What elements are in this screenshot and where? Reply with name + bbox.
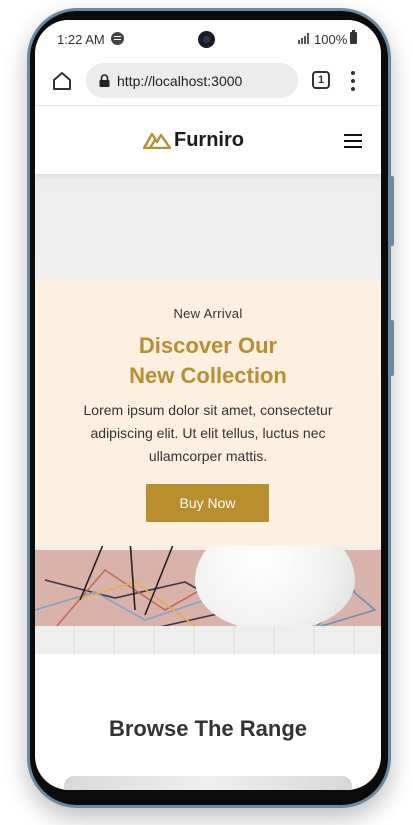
category-card[interactable]	[64, 776, 352, 790]
volume-button	[390, 176, 394, 246]
browser-toolbar: http://localhost:3000 1	[35, 58, 381, 106]
buy-now-button[interactable]: Buy Now	[146, 484, 269, 522]
battery-icon	[350, 30, 357, 44]
browser-menu-icon[interactable]	[349, 70, 357, 92]
hero-title-line-2: New Collection	[129, 363, 287, 388]
power-button	[390, 320, 394, 376]
hero-title: Discover Our New Collection	[35, 331, 381, 391]
signal-icon	[298, 33, 310, 44]
hero-title-line-1: Discover Our	[138, 333, 278, 358]
hero-card: New Arrival Discover Our New Collection …	[35, 280, 381, 546]
spotify-icon	[111, 32, 124, 45]
logo-mark-icon	[143, 132, 171, 149]
status-bar: 1:22 AM 100%	[35, 20, 381, 58]
front-camera	[198, 31, 215, 48]
address-bar[interactable]: http://localhost:3000	[86, 63, 298, 98]
hero-description: Lorem ipsum dolor sit amet, consectetur …	[83, 402, 333, 464]
hero-floor	[35, 626, 381, 654]
phone-screen: 1:22 AM 100% http://localhost:3000 1 Fur…	[35, 20, 381, 790]
url-text: http://localhost:3000	[117, 73, 243, 89]
lock-icon	[99, 74, 110, 87]
home-icon[interactable]	[51, 70, 73, 92]
browse-range-title: Browse The Range	[108, 716, 308, 741]
status-time: 1:22 AM	[57, 32, 105, 47]
hamburger-menu-icon[interactable]	[344, 134, 362, 148]
battery-level: 100%	[314, 32, 348, 47]
hero-eyebrow: New Arrival	[173, 306, 243, 321]
brand-name: Furniro	[174, 129, 244, 151]
site-header: Furniro	[35, 107, 381, 174]
tab-switcher-button[interactable]: 1	[312, 71, 330, 89]
